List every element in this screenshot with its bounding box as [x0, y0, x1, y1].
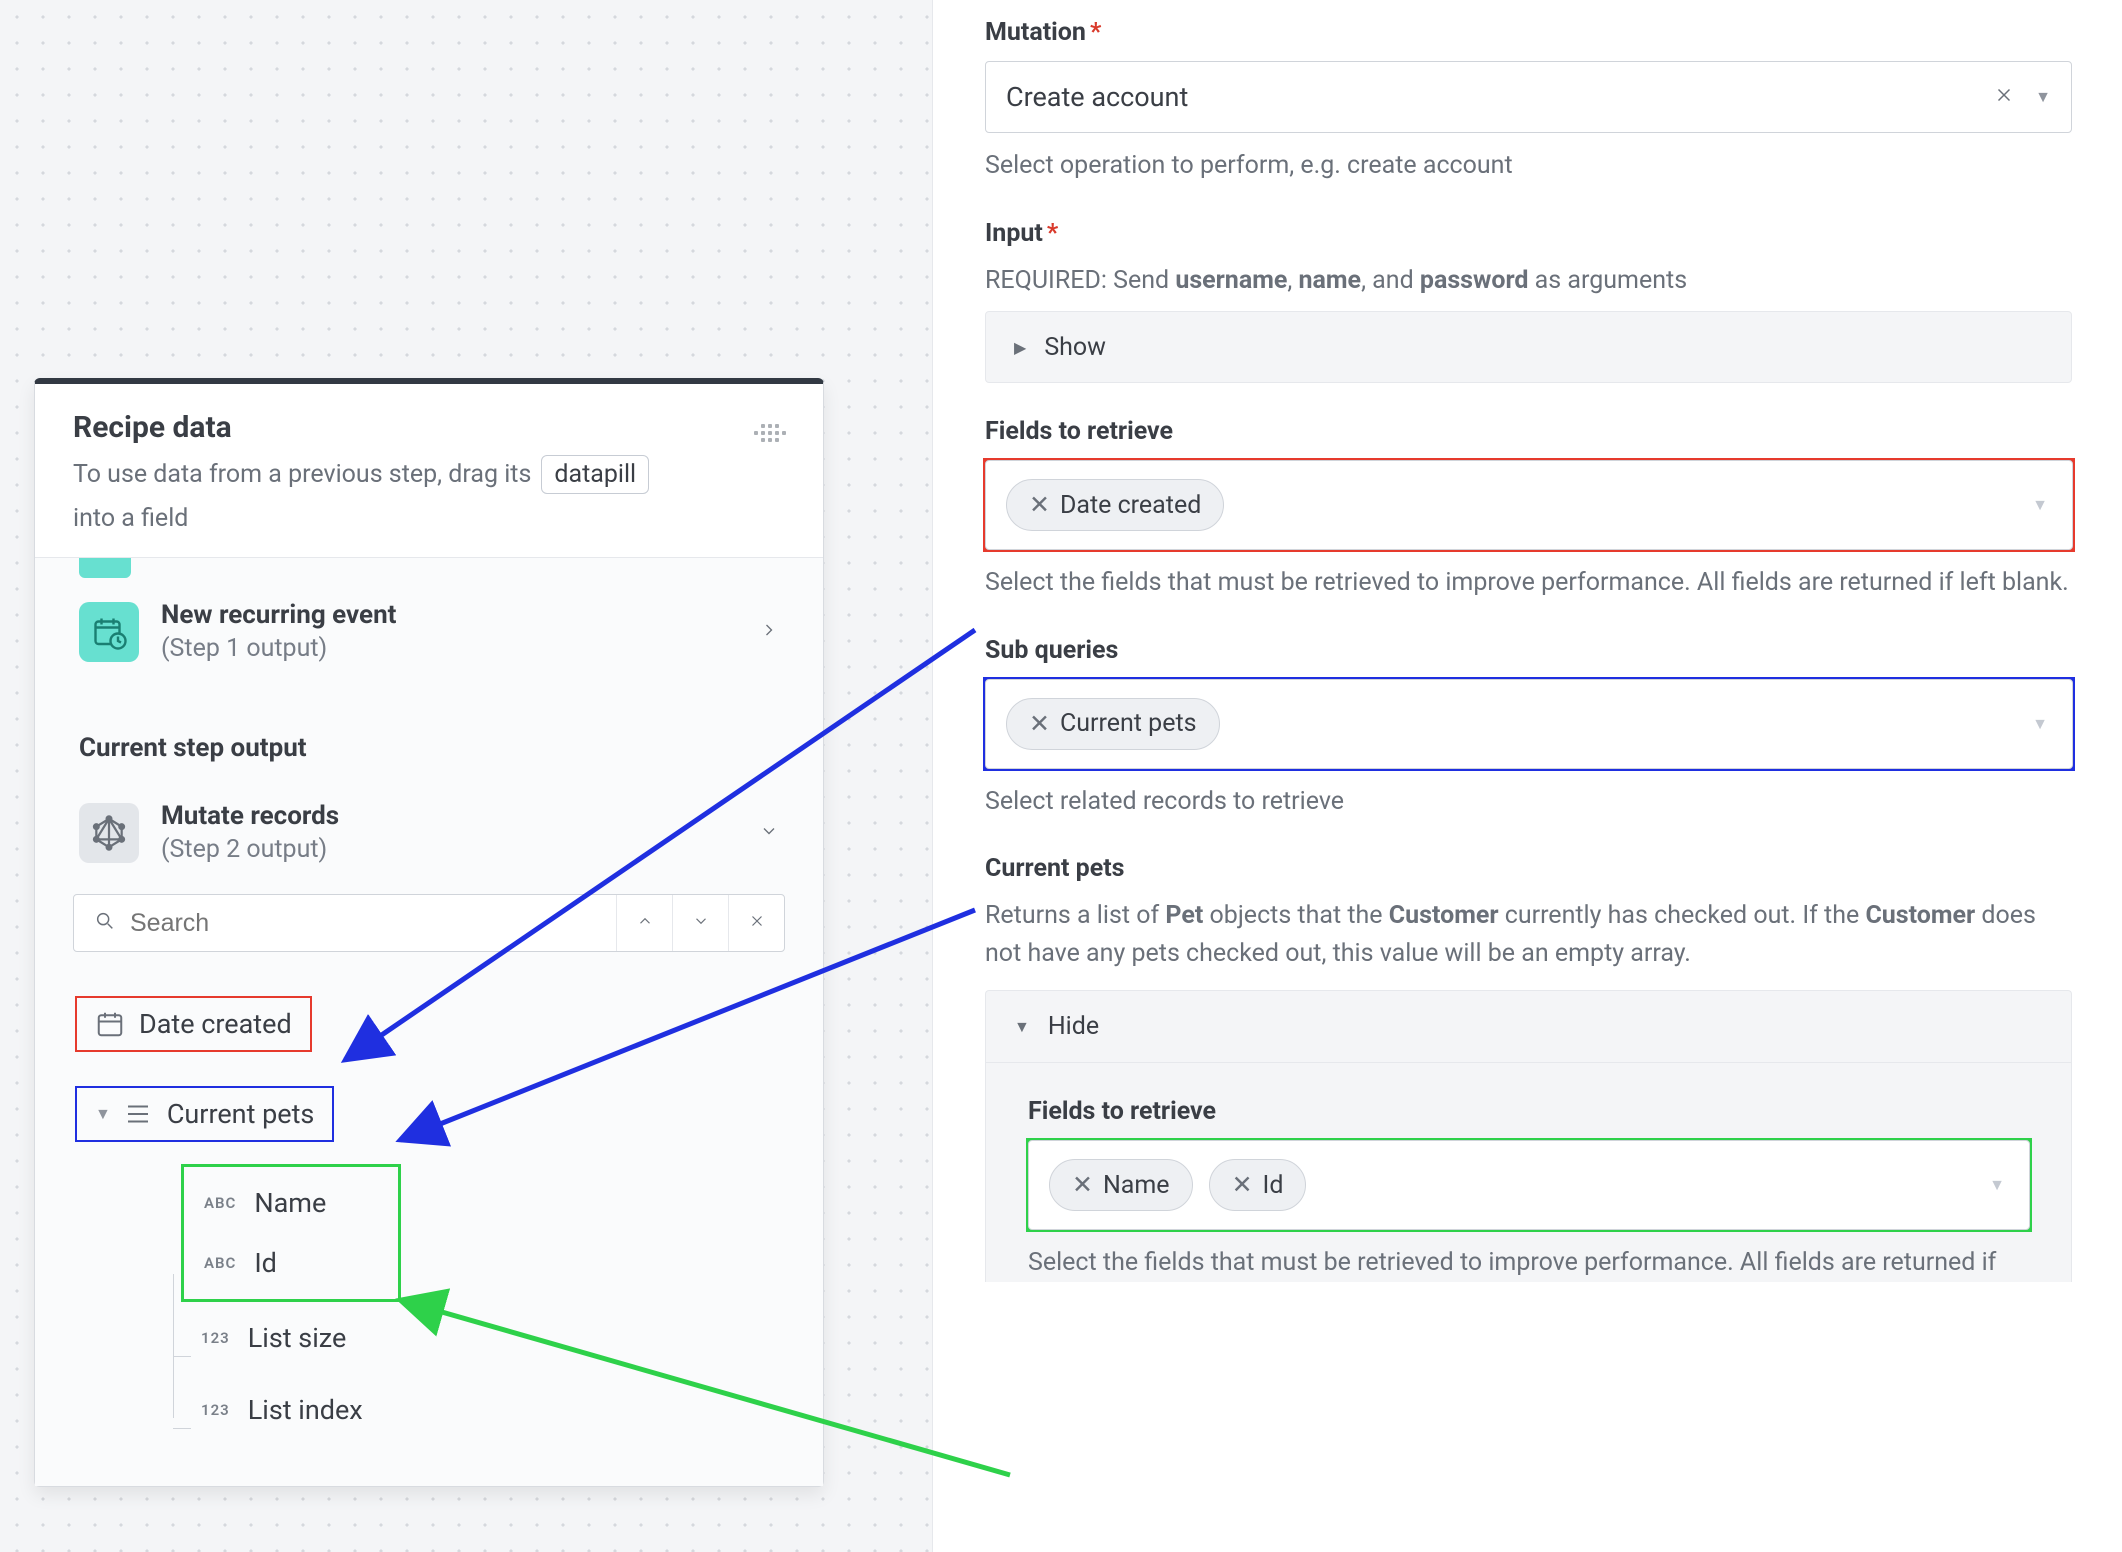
calendar-recurring-icon	[79, 602, 139, 662]
input-help: REQUIRED: Send username, name, and passw…	[985, 262, 2072, 300]
datapill-current-pets[interactable]: ▼ Current pets	[75, 1086, 334, 1142]
mutation-help: Select operation to perform, e.g. create…	[985, 147, 2072, 185]
remove-chip-icon[interactable]: ✕	[1072, 1170, 1093, 1200]
input-label: Input*	[985, 219, 2072, 248]
chip-name[interactable]: ✕ Name	[1049, 1159, 1193, 1211]
datapill-id[interactable]: ABC Id	[184, 1233, 398, 1293]
current-step-label: Current step output	[73, 685, 785, 779]
search-clear-button[interactable]	[728, 895, 784, 951]
caret-down-icon[interactable]: ▼	[2035, 87, 2051, 107]
step-2-sub: (Step 2 output)	[161, 835, 339, 864]
pets-fields-help: Select the fields that must be retrieved…	[1028, 1244, 2029, 1282]
triangle-down-icon: ▼	[1014, 1017, 1030, 1037]
panel-header: Recipe data To use data from a previous …	[35, 384, 823, 558]
caret-down-icon[interactable]: ▼	[2032, 495, 2048, 515]
chip-current-pets[interactable]: ✕ Current pets	[1006, 698, 1220, 750]
pets-fields-label: Fields to retrieve	[1028, 1097, 2029, 1126]
remove-chip-icon[interactable]: ✕	[1029, 490, 1050, 520]
string-type-icon: ABC	[204, 1194, 236, 1212]
chevron-down-icon	[759, 821, 779, 845]
step-1-row[interactable]: New recurring event (Step 1 output)	[73, 578, 785, 685]
step-1-title: New recurring event	[161, 600, 396, 630]
step-2-row[interactable]: Mutate records (Step 2 output)	[73, 779, 785, 886]
remove-chip-icon[interactable]: ✕	[1029, 709, 1050, 739]
search-input-row	[73, 894, 785, 952]
step-1-sub: (Step 1 output)	[161, 634, 396, 663]
caret-down-icon: ▼	[95, 1104, 111, 1124]
subqueries-input[interactable]: ✕ Current pets ▼	[985, 679, 2073, 769]
config-form-panel: Mutation* Create account ▼ Select operat…	[932, 0, 2122, 1552]
caret-down-icon[interactable]: ▼	[2032, 714, 2048, 734]
number-type-icon: 123	[201, 1401, 230, 1419]
panel-title: Recipe data	[73, 410, 755, 445]
pets-fields-input[interactable]: ✕ Name ✕ Id ▼	[1028, 1140, 2030, 1230]
subqueries-label: Sub queries	[985, 636, 2072, 665]
datapill-name[interactable]: ABC Name	[184, 1173, 398, 1233]
pets-hide-toggle[interactable]: ▼ Hide	[986, 991, 2071, 1063]
calendar-icon	[95, 1009, 125, 1039]
search-prev-button[interactable]	[616, 895, 672, 951]
fields-retrieve-input[interactable]: ✕ Date created ▼	[985, 460, 2073, 550]
mutation-label: Mutation*	[985, 18, 2072, 47]
remove-chip-icon[interactable]: ✕	[1232, 1170, 1253, 1200]
number-type-icon: 123	[201, 1329, 230, 1347]
datapill-list-index[interactable]: 123 List index	[181, 1374, 785, 1446]
search-icon	[74, 910, 130, 936]
panel-subtitle: To use data from a previous step, drag i…	[73, 455, 755, 533]
clear-icon[interactable]	[1993, 84, 2015, 110]
search-next-button[interactable]	[672, 895, 728, 951]
triangle-right-icon: ▶	[1014, 338, 1026, 357]
fields-retrieve-help: Select the fields that must be retrieved…	[985, 564, 2072, 602]
recipe-data-panel: Recipe data To use data from a previous …	[34, 378, 824, 1487]
subqueries-help: Select related records to retrieve	[985, 783, 2072, 821]
current-pets-help: Returns a list of Pet objects that the C…	[985, 897, 2072, 972]
chip-id[interactable]: ✕ Id	[1209, 1159, 1307, 1211]
list-icon	[123, 1099, 153, 1129]
previous-step-stub	[79, 558, 131, 578]
string-type-icon: ABC	[204, 1254, 236, 1272]
datapill-list-size[interactable]: 123 List size	[181, 1302, 785, 1374]
chevron-right-icon	[759, 620, 779, 644]
drag-handle-icon[interactable]	[755, 418, 785, 448]
datapill-date-created[interactable]: Date created	[75, 996, 312, 1052]
caret-down-icon[interactable]: ▼	[1989, 1175, 2005, 1195]
chip-date-created[interactable]: ✕ Date created	[1006, 479, 1224, 531]
nested-fields-group: ABC Name ABC Id	[181, 1164, 401, 1302]
datapill-chip: datapill	[541, 455, 649, 494]
step-2-title: Mutate records	[161, 801, 339, 831]
search-input[interactable]	[130, 909, 616, 938]
fields-retrieve-label: Fields to retrieve	[985, 417, 2072, 446]
input-show-toggle[interactable]: ▶ Show	[985, 311, 2072, 383]
graphql-icon	[79, 803, 139, 863]
mutation-select[interactable]: Create account ▼	[985, 61, 2072, 133]
current-pets-label: Current pets	[985, 854, 2072, 883]
